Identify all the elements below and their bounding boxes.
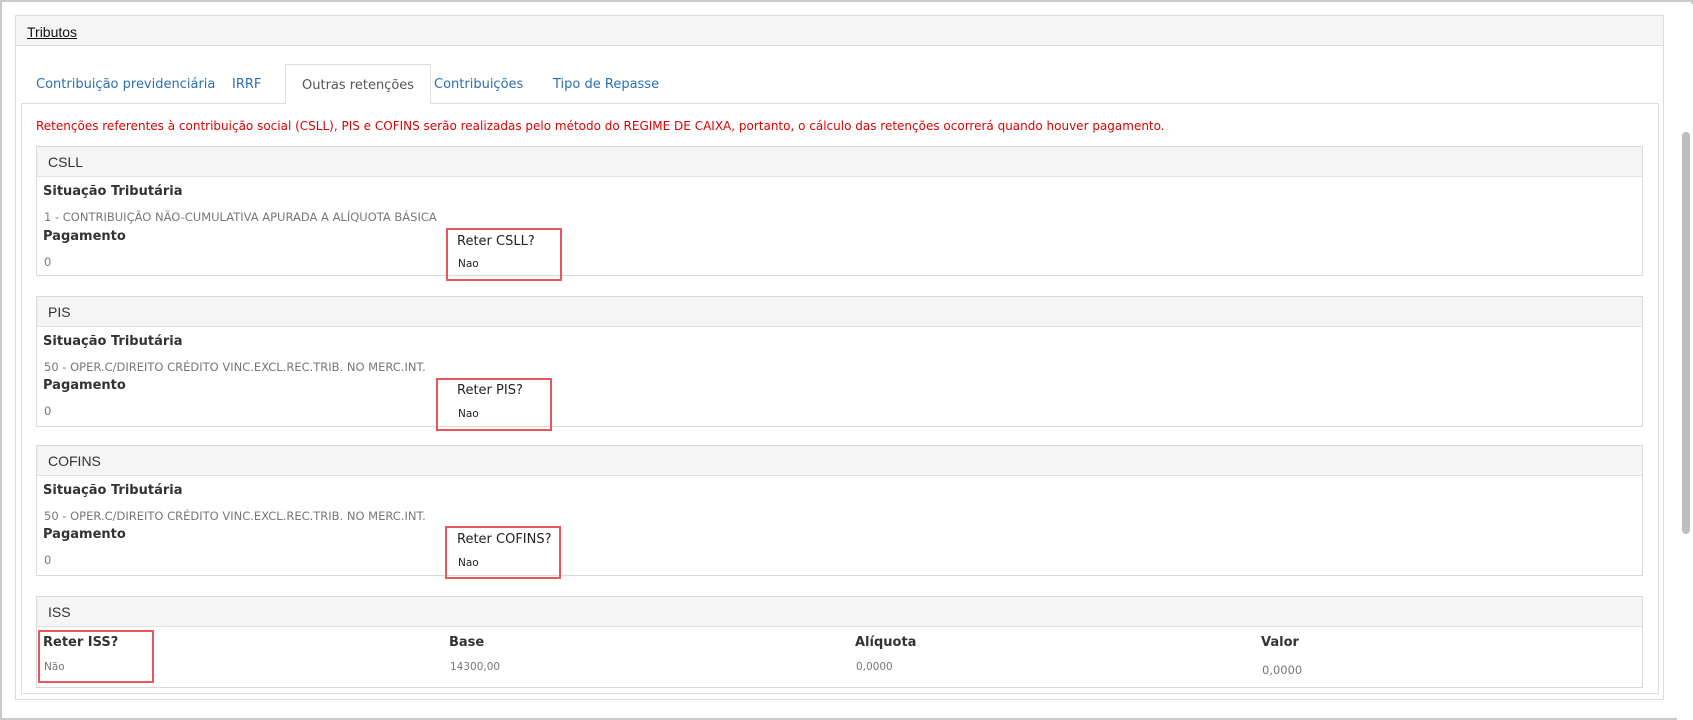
iss-header: ISS <box>37 597 1642 627</box>
pis-situacao-label: Situação Tributária <box>43 334 183 349</box>
pis-section: PIS Situação Tributária 50 - OPER.C/DIRE… <box>36 296 1643 431</box>
window-frame: Tributos Contribuição previdenciária IRR… <box>0 0 1693 720</box>
tab-contribuicao-previdenciaria[interactable]: Contribuição previdenciária <box>36 64 215 104</box>
csll-situacao-value: 1 - CONTRIBUIÇÃO NÃO-CUMULATIVA APURADA … <box>44 210 437 224</box>
iss-reter-label: Reter ISS? <box>43 635 119 650</box>
scrollbar-thumb[interactable] <box>1682 132 1690 534</box>
tab-contribuicoes[interactable]: Contribuições <box>434 64 523 104</box>
csll-header: CSLL <box>37 147 1642 177</box>
iss-base-value: 14300,00 <box>450 661 501 673</box>
pis-reter-value: Nao <box>458 408 479 420</box>
cofins-pagamento-label: Pagamento <box>43 527 126 542</box>
pis-reter-label: Reter PIS? <box>457 383 523 398</box>
cofins-situacao-label: Situação Tributária <box>43 483 183 498</box>
cofins-reter-value: Nao <box>458 557 479 569</box>
panel-header: Tributos <box>16 16 1663 46</box>
pis-pagamento-value: 0 <box>44 404 52 418</box>
cofins-header: COFINS <box>37 446 1642 476</box>
pis-situacao-value: 50 - OPER.C/DIREITO CRÉDITO VINC.EXCL.RE… <box>44 360 426 374</box>
csll-pagamento-label: Pagamento <box>43 229 126 244</box>
cofins-reter-label: Reter COFINS? <box>457 532 552 547</box>
pis-pagamento-label: Pagamento <box>43 378 126 393</box>
csll-pagamento-value: 0 <box>44 255 52 269</box>
iss-base-label: Base <box>449 635 485 650</box>
csll-section: CSLL Situação Tributária 1 - CONTRIBUIÇÃ… <box>36 146 1643 281</box>
csll-reter-label: Reter CSLL? <box>457 234 535 249</box>
cofins-pagamento-value: 0 <box>44 553 52 567</box>
iss-section: ISS Reter ISS? Não Base 14300,00 Alíquot… <box>36 596 1643 688</box>
csll-situacao-label: Situação Tributária <box>43 184 183 199</box>
cofins-section: COFINS Situação Tributária 50 - OPER.C/D… <box>36 445 1643 579</box>
tab-irrf[interactable]: IRRF <box>232 64 261 104</box>
iss-reter-value: Não <box>44 661 65 673</box>
tab-content: Retenções referentes à contribuição soci… <box>21 104 1659 694</box>
tributos-panel: Tributos Contribuição previdenciária IRR… <box>15 15 1664 700</box>
pis-header: PIS <box>37 297 1642 327</box>
regime-caixa-notice: Retenções referentes à contribuição soci… <box>36 119 1165 133</box>
csll-reter-value: Nao <box>458 258 479 270</box>
tab-outras-retencoes[interactable]: Outras retenções <box>285 64 432 105</box>
iss-aliquota-value: 0,0000 <box>856 661 893 673</box>
iss-aliquota-label: Alíquota <box>855 635 917 650</box>
tab-tipo-de-repasse[interactable]: Tipo de Repasse <box>553 64 659 104</box>
iss-valor-value: 0,0000 <box>1262 663 1303 677</box>
iss-valor-label: Valor <box>1261 635 1299 650</box>
tab-bar: Contribuição previdenciária IRRF Outras … <box>21 51 1659 105</box>
cofins-situacao-value: 50 - OPER.C/DIREITO CRÉDITO VINC.EXCL.RE… <box>44 509 426 523</box>
panel-title-link[interactable]: Tributos <box>27 24 77 40</box>
